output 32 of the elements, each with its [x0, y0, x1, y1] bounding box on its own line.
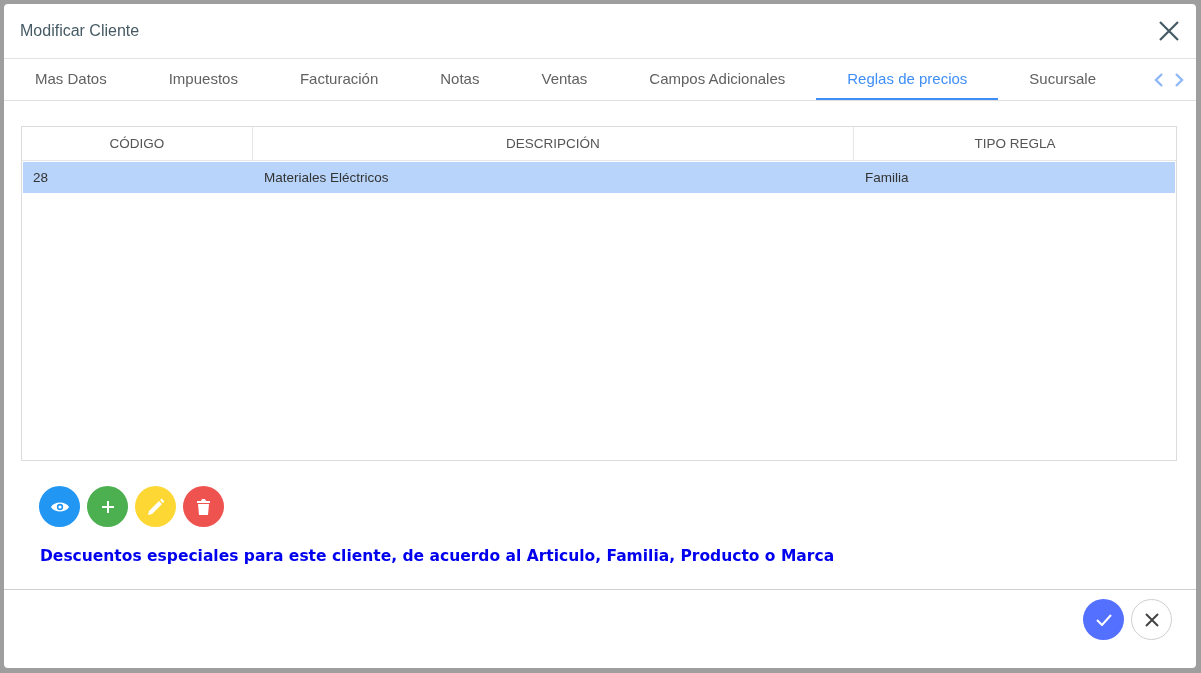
column-header: TIPO REGLA	[973, 135, 1057, 153]
cancel-button[interactable]	[1131, 599, 1172, 640]
plus-icon	[101, 500, 114, 513]
tab[interactable]: Reglas de precios	[816, 59, 999, 100]
chevron-left-icon[interactable]	[1154, 72, 1164, 87]
confirm-button[interactable]	[1083, 599, 1124, 640]
rule-type-cell-text: Familia	[864, 169, 910, 187]
tab[interactable]: Mas Datos	[4, 59, 138, 100]
close-button[interactable]	[1158, 20, 1180, 42]
tab[interactable]: Sucursale	[998, 59, 1128, 100]
column-header: DESCRIPCIÓN	[253, 127, 854, 160]
tab[interactable]: Ventas	[510, 59, 619, 100]
info-text: Descuentos especiales para este cliente, de acuerdo al Articulo, Familia, Producto o Marca	[40, 547, 836, 565]
table-row[interactable]: 28 Materiales Eléctricos Familia	[23, 162, 1175, 193]
tab[interactable]: Notas	[409, 59, 511, 100]
description-cell-text: Materiales Eléctricos	[263, 169, 390, 187]
eye-icon	[50, 500, 69, 513]
view-button[interactable]	[39, 486, 80, 527]
dialog-title: Modificar Cliente	[20, 22, 140, 40]
check-icon	[1095, 613, 1112, 626]
code-cell-text: 28	[32, 169, 50, 187]
close-icon	[1158, 20, 1180, 42]
chevron-right-icon[interactable]	[1174, 72, 1184, 87]
pencil-icon	[147, 498, 164, 515]
close-icon	[1144, 612, 1159, 627]
tab[interactable]: Campos Adicionales	[618, 59, 817, 100]
add-button[interactable]	[87, 486, 128, 527]
tab[interactable]: Impuestos	[137, 59, 269, 100]
trash-icon	[197, 498, 210, 515]
column-header: CÓDIGO	[22, 127, 253, 160]
delete-button[interactable]	[183, 486, 224, 527]
tab[interactable]: Facturación	[268, 59, 410, 100]
